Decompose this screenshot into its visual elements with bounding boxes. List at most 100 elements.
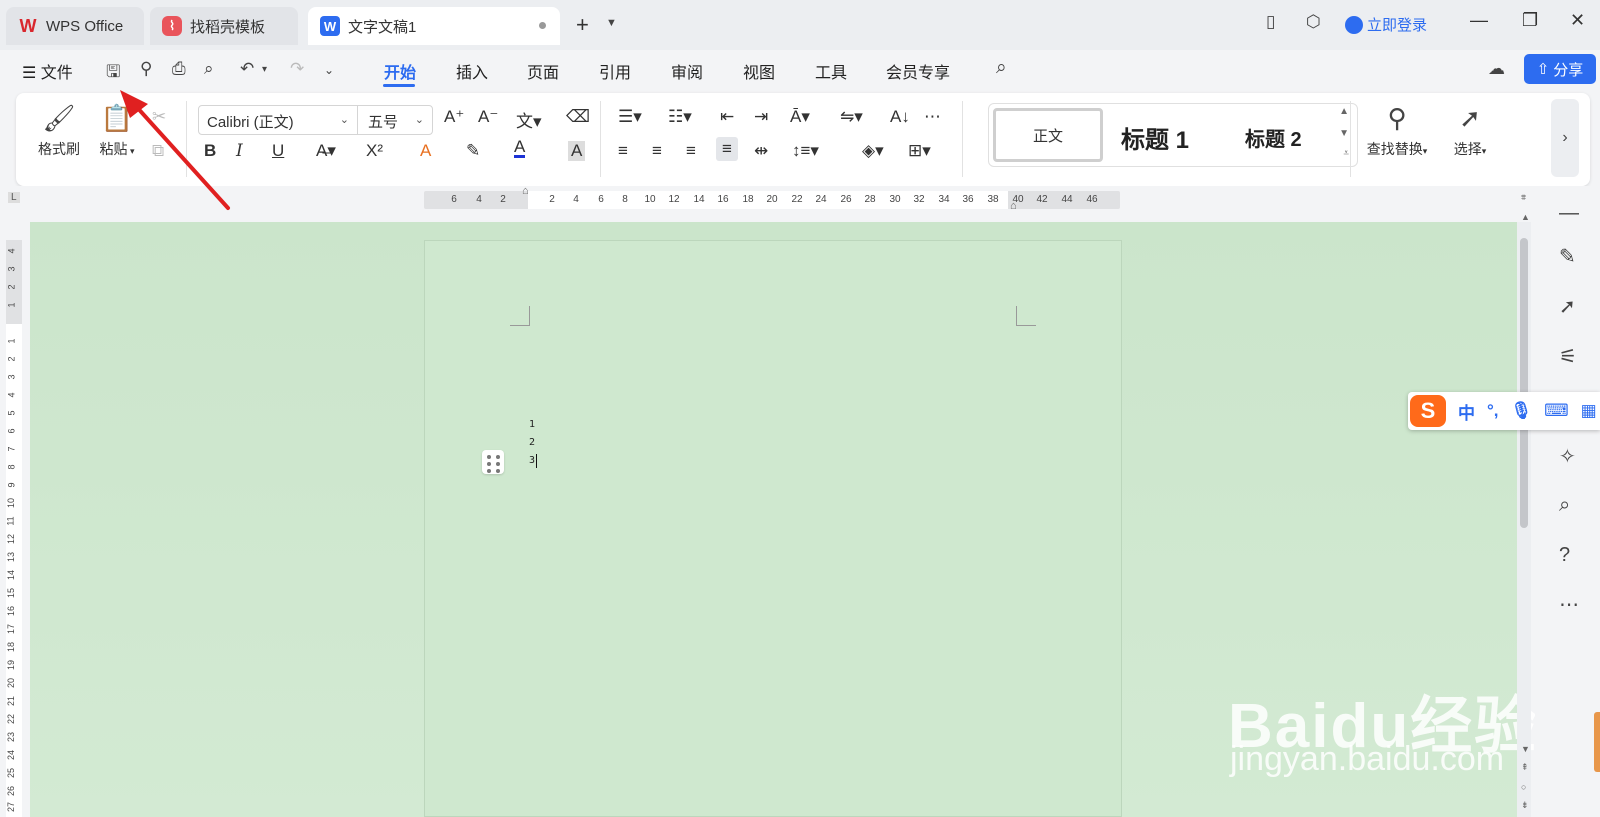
select-button[interactable]: ➚ 选择▾ [1444, 103, 1496, 159]
vertical-ruler[interactable] [6, 240, 22, 817]
clear-format-icon[interactable]: ⌫ [566, 107, 590, 127]
customize-toolbar-icon[interactable]: ⌄ [324, 63, 334, 77]
tab-wps-office[interactable]: W WPS Office [6, 7, 144, 45]
chevron-up-icon[interactable]: ▲ [1339, 106, 1349, 117]
tab-docer-templates[interactable]: ⌇ 找稻壳模板 [150, 7, 298, 45]
restore-icon[interactable]: ❐ [1522, 10, 1538, 31]
paste-button[interactable]: 📋 粘贴 ▾ [94, 103, 140, 159]
keyboard-icon[interactable]: ⌨ [1544, 401, 1569, 421]
align-left-icon[interactable]: ≡ [618, 141, 628, 161]
right-indent-marker[interactable]: ⌂ [1010, 200, 1017, 212]
print-preview-icon[interactable]: ⌕ [204, 59, 214, 79]
microphone-icon[interactable]: 🎙 [1511, 401, 1533, 421]
tab-tools[interactable]: 工具 [815, 59, 847, 83]
show-marks-icon[interactable]: ⋯ [924, 107, 941, 127]
document-line[interactable]: 3 [529, 455, 535, 466]
ime-mode-toggle[interactable]: 中 [1458, 399, 1475, 424]
align-right-icon[interactable]: ≡ [686, 141, 696, 161]
undo-icon[interactable]: ↶ [240, 59, 254, 79]
strikethrough-icon[interactable]: A̶▾ [316, 141, 336, 161]
book-search-icon[interactable]: ⌕ [1559, 494, 1570, 517]
apps-grid-icon[interactable]: ▦ [1581, 401, 1597, 421]
phonetic-guide-icon[interactable]: 文▾ [516, 107, 542, 132]
browse-object-icon[interactable]: ○ [1521, 782, 1526, 792]
ime-punctuation-toggle[interactable]: °, [1487, 401, 1499, 421]
new-tab-button[interactable]: + [576, 12, 589, 38]
first-line-indent-marker[interactable]: ⌂ [522, 185, 529, 197]
redo-icon[interactable]: ↷ [290, 59, 304, 79]
font-name-select[interactable]: Calibri (正文) ⌄ [198, 105, 358, 135]
underline-button[interactable]: U [272, 141, 284, 161]
superscript-button[interactable]: X² [366, 141, 383, 161]
distribute-icon[interactable]: ⇹ [754, 141, 768, 161]
chevron-down-icon[interactable]: ▼ [1339, 128, 1349, 139]
bullet-list-icon[interactable]: ☰▾ [618, 107, 642, 127]
ribbon-scroll-right-button[interactable]: › [1551, 99, 1579, 177]
font-color-icon[interactable]: A [514, 138, 526, 158]
tab-references[interactable]: 引用 [599, 59, 631, 83]
unsaved-dot-icon[interactable] [539, 22, 546, 29]
tab-home[interactable]: 开始 [384, 59, 416, 83]
style-heading-2[interactable]: 标题 2 [1245, 123, 1302, 152]
magic-tools-icon[interactable]: ✧ [1559, 444, 1576, 469]
numbered-list-icon[interactable]: ☷▾ [668, 107, 692, 127]
paragraph-shading-icon[interactable]: ◈▾ [862, 141, 884, 161]
tab-review[interactable]: 审阅 [671, 59, 703, 83]
shrink-font-icon[interactable]: A⁻ [478, 107, 498, 127]
close-icon[interactable]: ✕ [1570, 10, 1585, 31]
side-tab-marker[interactable] [1594, 712, 1600, 772]
chevron-down-icon[interactable]: ▼ [606, 17, 617, 29]
cloud-icon[interactable]: ☁ [1488, 59, 1505, 79]
scroll-thumb[interactable] [1520, 238, 1528, 528]
highlight-icon[interactable]: ✎ [466, 141, 480, 161]
cut-icon[interactable]: ✂ [152, 107, 166, 127]
cursor-icon[interactable]: ➚ [1559, 294, 1576, 319]
expand-gallery-icon[interactable]: ⩡ [1343, 148, 1349, 159]
chinese-layout-icon[interactable]: ⇋▾ [840, 107, 863, 127]
document-line[interactable]: 1 [529, 419, 535, 430]
device-icon[interactable]: ▯ [1266, 12, 1275, 32]
link-icon[interactable]: ⚲ [140, 59, 152, 79]
justify-icon[interactable]: ≡ [716, 137, 738, 161]
document-page[interactable] [424, 240, 1122, 817]
sogou-logo-icon[interactable]: S [1410, 395, 1446, 427]
tab-document[interactable]: W 文字文稿1 [308, 7, 560, 45]
tab-view[interactable]: 视图 [743, 59, 775, 83]
more-icon[interactable]: ⋯ [1559, 592, 1579, 617]
paragraph-drag-handle[interactable] [482, 450, 504, 474]
italic-button[interactable]: I [236, 141, 243, 161]
help-icon[interactable]: ? [1559, 544, 1570, 567]
decrease-indent-icon[interactable]: ⇤ [720, 107, 734, 127]
collapse-panel-icon[interactable]: — [1559, 202, 1579, 225]
text-direction-icon[interactable]: Ā▾ [790, 107, 810, 127]
style-normal[interactable]: 正文 [993, 108, 1103, 162]
file-menu[interactable]: ☰ 文件 [22, 59, 73, 83]
find-replace-button[interactable]: ⚲ 查找替换▾ [1356, 103, 1438, 159]
cube-icon[interactable]: ⬡ [1306, 12, 1321, 32]
increase-indent-icon[interactable]: ⇥ [754, 107, 768, 127]
share-button[interactable]: ⇧ 分享 [1524, 54, 1596, 84]
align-center-icon[interactable]: ≡ [652, 141, 662, 161]
format-painter-button[interactable]: 🖌 格式刷 [34, 103, 84, 159]
font-size-select[interactable]: 五号 ⌄ [357, 105, 433, 135]
grow-font-icon[interactable]: A⁺ [444, 107, 464, 127]
adjust-icon[interactable]: ⚟ [1559, 344, 1577, 369]
pen-icon[interactable]: ✎ [1559, 244, 1576, 269]
save-icon[interactable]: 🖫 [106, 59, 120, 88]
style-heading-1[interactable]: 标题 1 [1121, 120, 1189, 155]
print-icon[interactable]: ⎙ [172, 59, 186, 79]
search-icon[interactable]: ⌕ [996, 57, 1007, 79]
tab-insert[interactable]: 插入 [456, 59, 488, 83]
minimize-icon[interactable]: — [1470, 10, 1488, 31]
scroll-down-icon[interactable]: ▼ [1521, 744, 1530, 754]
border-icon[interactable]: ⊞▾ [908, 141, 931, 161]
copy-icon[interactable]: ⧉ [152, 141, 164, 161]
sort-icon[interactable]: A↓ [890, 107, 910, 127]
tab-stop-selector[interactable]: L [8, 192, 20, 203]
login-button[interactable]: 立即登录 [1345, 14, 1427, 35]
prev-page-icon[interactable]: ⇞ [1521, 762, 1529, 773]
split-view-icon[interactable]: ⩨ [1521, 192, 1526, 203]
document-line[interactable]: 2 [529, 437, 535, 448]
char-shading-icon[interactable]: A [568, 141, 586, 161]
tab-member[interactable]: 会员专享 [886, 59, 950, 83]
